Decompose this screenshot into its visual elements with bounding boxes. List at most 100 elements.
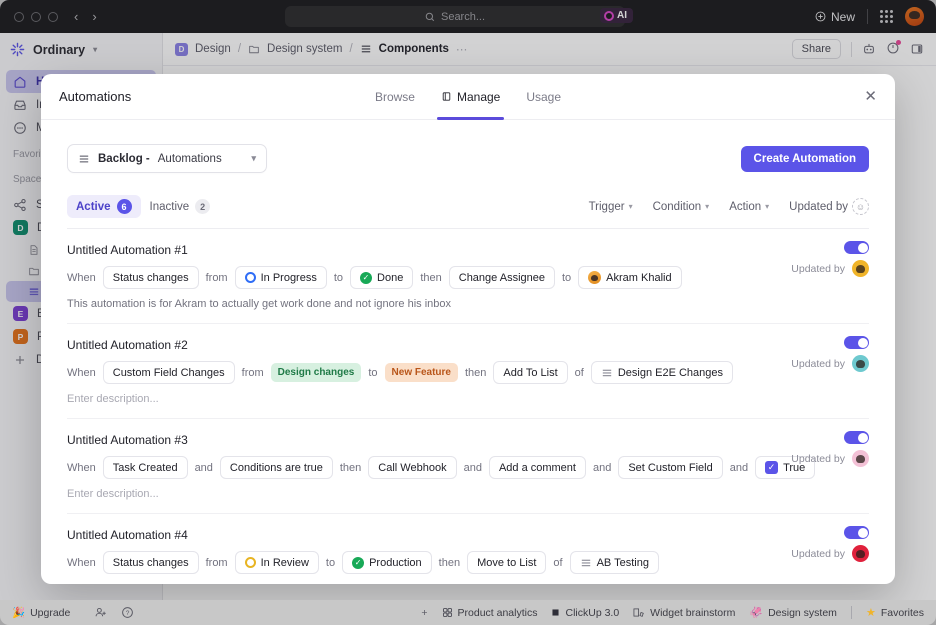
flow-chip[interactable]: Conditions are true [219, 456, 333, 479]
flow-chip[interactable]: Add To List [493, 361, 568, 384]
automation-row[interactable]: Untitled Automation #1 When Status changes… [67, 229, 869, 324]
automation-enable-toggle[interactable] [844, 336, 869, 349]
flow-chip[interactable]: Task Created [102, 456, 188, 479]
automations-modal: Automations Browse Manage Usage ✕ Backlo… [41, 74, 895, 584]
flow-keyword: and [194, 461, 213, 474]
person-icon: ☺ [852, 198, 869, 215]
list-icon [581, 559, 590, 566]
flow-chip[interactable]: Akram Khalid [578, 266, 682, 289]
filter-label: Condition [652, 200, 702, 213]
flow-chip[interactable]: AB Testing [569, 551, 659, 574]
help-icon[interactable]: ? [121, 606, 134, 619]
filter-updated-by[interactable]: Updated by ☺ [789, 198, 869, 215]
avatar[interactable] [852, 355, 869, 372]
filter-label: Trigger [588, 200, 625, 213]
avatar[interactable] [852, 260, 869, 277]
user-avatar-icon [588, 271, 602, 284]
chevron-down-icon: ▾ [705, 202, 710, 211]
flow-chip[interactable]: Status changes [102, 551, 199, 574]
add-tab-icon[interactable]: + [421, 607, 427, 619]
automation-description[interactable]: Enter description... [67, 393, 869, 405]
tab-label: Usage [526, 89, 562, 104]
bottom-item-label: Design system [768, 606, 837, 619]
bottom-item-product-analytics[interactable]: Product analytics [442, 607, 537, 619]
close-icon[interactable]: ✕ [864, 89, 877, 104]
automation-enable-toggle[interactable] [844, 431, 869, 444]
upgrade-button[interactable]: 🎉 Upgrade [12, 606, 70, 620]
tab-manage[interactable]: Manage [436, 74, 505, 120]
automation-name[interactable]: Untitled Automation #4 [67, 528, 869, 542]
modal-title: Automations [59, 89, 132, 104]
automation-enable-toggle[interactable] [844, 526, 869, 539]
updated-by-label: Updated by [791, 547, 845, 560]
bottom-item-label: Widget brainstorm [650, 606, 736, 619]
automation-description[interactable]: Enter description... [67, 488, 869, 500]
flow-keyword: and [463, 461, 482, 474]
create-automation-button[interactable]: Create Automation [740, 145, 869, 172]
bottom-item-clickup-30[interactable]: ClickUp 3.0 [551, 607, 619, 619]
flow-chip-label: Status changes [112, 556, 189, 569]
avatar[interactable] [852, 450, 869, 467]
flow-keyword: then [420, 271, 442, 284]
flow-chip[interactable]: ✓ Done [350, 266, 414, 289]
flow-chip[interactable]: Add a comment [488, 456, 586, 479]
automation-enable-toggle[interactable] [844, 241, 869, 254]
flow-tag[interactable]: New Feature [384, 363, 458, 382]
favorites-button[interactable]: ★ Favorites [866, 606, 924, 620]
flow-chip-label: Add a comment [498, 461, 576, 474]
filter-action[interactable]: Action ▾ [729, 201, 769, 213]
filter-trigger[interactable]: Trigger ▾ [589, 201, 633, 213]
avatar[interactable] [852, 545, 869, 562]
automation-row[interactable]: Untitled Automation #2 When Custom Field C… [67, 324, 869, 419]
flow-chip-label: Status changes [112, 271, 189, 284]
automation-updated-by: Updated by [791, 260, 869, 277]
flow-chip-label: Production [369, 556, 422, 569]
flow-chip[interactable]: In Review [234, 551, 319, 574]
bottom-item-widget-brainstorm[interactable]: Widget brainstorm [633, 607, 735, 619]
list-icon [602, 369, 612, 376]
automation-name[interactable]: Untitled Automation #3 [67, 433, 869, 447]
flow-chip-label: Add To List [503, 366, 558, 379]
tab-browse[interactable]: Browse [375, 74, 415, 120]
bottom-left: 🎉 Upgrade [12, 606, 70, 620]
filter-label: Action [729, 200, 762, 213]
filter-tab-active[interactable]: Active 6 [67, 195, 141, 218]
flow-chip[interactable]: Design E2E Changes [590, 361, 734, 384]
flow-chip-label: Set Custom Field [628, 461, 713, 474]
flow-chip[interactable]: Change Assignee [448, 266, 555, 289]
flow-keyword: of [553, 556, 563, 569]
bottom-divider [850, 606, 852, 619]
flow-keyword: from [205, 271, 228, 284]
automation-name[interactable]: Untitled Automation #1 [67, 243, 869, 257]
dashboard-icon [442, 608, 452, 617]
flow-chip[interactable]: Move to List [467, 551, 547, 574]
flow-tag[interactable]: Design changes [270, 363, 362, 382]
octopus-icon: 🦑 [749, 607, 764, 619]
modal-body: Backlog - Automations ▾ Create Automatio… [41, 120, 895, 584]
flow-chip[interactable]: Set Custom Field [618, 456, 723, 479]
flow-chip[interactable]: Custom Field Changes [102, 361, 235, 384]
flow-chip[interactable]: Call Webhook [368, 456, 457, 479]
bottom-item-design-system[interactable]: 🦑 Design system [749, 606, 837, 620]
list-select-dropdown[interactable]: Backlog - Automations ▾ [67, 144, 267, 173]
filter-tab-label: Inactive [149, 200, 190, 213]
flow-chip[interactable]: Status changes [102, 266, 199, 289]
automation-name[interactable]: Untitled Automation #2 [67, 338, 869, 352]
flow-chip[interactable]: ✓ Production [342, 551, 432, 574]
tab-usage[interactable]: Usage [526, 74, 561, 120]
automation-row[interactable]: Untitled Automation #4 When Status changes… [67, 514, 869, 584]
flow-keyword: then [339, 461, 362, 474]
svg-text:?: ? [126, 610, 130, 617]
flow-keyword: from [205, 556, 228, 569]
filter-tab-inactive[interactable]: Inactive 2 [141, 195, 220, 218]
automation-description[interactable]: This automation is for Akram to actually… [67, 298, 869, 310]
invite-user-icon[interactable] [94, 606, 107, 619]
automation-description[interactable]: Enter description... [67, 583, 869, 584]
flow-chip[interactable]: In Progress [234, 266, 327, 289]
flow-chip-label: Done [377, 271, 404, 284]
updated-by-label: Updated by [791, 262, 845, 275]
flow-keyword: to [368, 366, 378, 379]
filter-condition[interactable]: Condition ▾ [653, 201, 710, 213]
status-done-icon: ✓ [352, 556, 365, 569]
automation-row[interactable]: Untitled Automation #3 When Task Created an… [67, 419, 869, 514]
